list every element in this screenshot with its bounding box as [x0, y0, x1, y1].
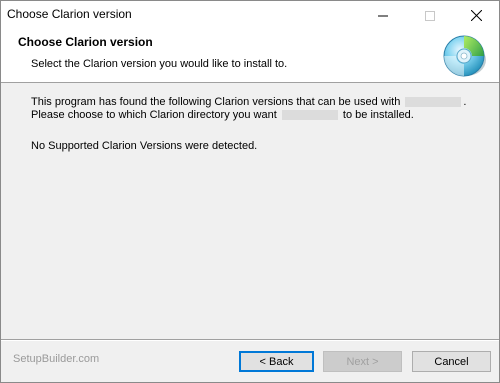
close-icon	[470, 10, 482, 21]
brand-label: SetupBuilder.com	[13, 353, 100, 365]
installer-window: Choose Clarion version Choose Clarion ve…	[0, 0, 500, 383]
title-bar[interactable]: Choose Clarion version	[1, 1, 499, 30]
close-button[interactable]	[453, 1, 499, 30]
status-message: No Supported Clarion Versions were detec…	[31, 140, 258, 152]
cd-disc-icon	[443, 35, 486, 77]
maximize-button	[407, 1, 453, 30]
cancel-button[interactable]: Cancel	[412, 351, 491, 372]
content-area: This program has found the following Cla…	[1, 83, 499, 323]
header-title: Choose Clarion version	[18, 35, 153, 49]
wizard-header: Choose Clarion version Select the Clario…	[1, 30, 499, 83]
next-button[interactable]: Next >	[323, 351, 402, 372]
choose-directory-text: Please choose to which Clarion directory…	[31, 109, 414, 121]
minimize-button[interactable]	[360, 1, 406, 30]
minimize-icon	[378, 15, 388, 16]
footer-divider	[1, 339, 499, 341]
redacted-product-name-2	[281, 110, 338, 121]
redacted-product-name	[405, 97, 462, 108]
window-title: Choose Clarion version	[7, 7, 132, 21]
maximize-icon	[425, 10, 435, 21]
back-button[interactable]: < Back	[239, 351, 314, 372]
header-subtitle: Select the Clarion version you would lik…	[31, 58, 288, 70]
found-versions-text: This program has found the following Cla…	[31, 96, 467, 108]
